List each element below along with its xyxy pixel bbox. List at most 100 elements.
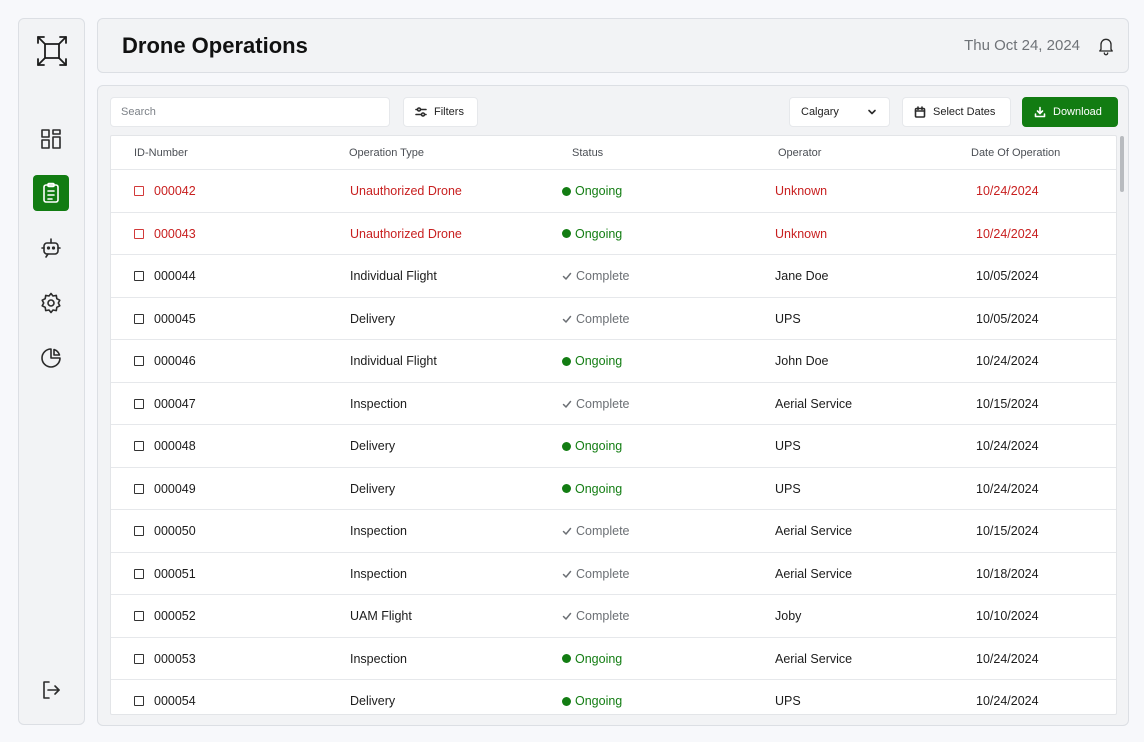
table-row[interactable]: 000047 Inspection Complete Aerial Service 10… bbox=[111, 383, 1116, 425]
cell-operator: Aerial Service bbox=[775, 651, 853, 666]
row-checkbox[interactable] bbox=[134, 186, 144, 196]
sidebar-item-reports[interactable] bbox=[33, 340, 69, 376]
cell-status: Ongoing bbox=[562, 184, 622, 198]
table-row[interactable]: 000043 Unauthorized Drone Ongoing Unknown 10… bbox=[111, 213, 1116, 255]
table-scrollbar[interactable] bbox=[1120, 136, 1124, 192]
cell-id: 000054 bbox=[154, 694, 196, 708]
row-checkbox[interactable] bbox=[134, 483, 144, 494]
column-header-id[interactable]: ID-Number bbox=[134, 147, 188, 159]
cell-date: 10/05/2024 bbox=[976, 311, 1039, 326]
chevron-down-icon bbox=[866, 106, 878, 118]
status-label: Complete bbox=[576, 524, 630, 538]
row-checkbox[interactable] bbox=[134, 696, 144, 706]
download-button[interactable]: Download bbox=[1022, 97, 1118, 127]
logout-button[interactable] bbox=[33, 672, 69, 708]
cell-id: 000048 bbox=[154, 439, 196, 453]
cell-date: 10/24/2024 bbox=[976, 694, 1039, 708]
cell-operation-type: Individual Flight bbox=[350, 354, 437, 368]
table-row[interactable]: 000052 UAM Flight Complete Joby 10/10/2024 bbox=[111, 595, 1116, 638]
check-icon bbox=[562, 612, 572, 620]
filters-button[interactable]: Filters bbox=[403, 97, 478, 127]
cell-operator: Jane Doe bbox=[775, 269, 829, 283]
cell-date: 10/24/2024 bbox=[976, 226, 1039, 241]
status-label: Ongoing bbox=[575, 354, 623, 368]
sidebar-item-settings[interactable] bbox=[33, 285, 69, 321]
city-label: Calgary bbox=[801, 106, 839, 118]
status-dot-icon bbox=[562, 441, 571, 451]
filters-label: Filters bbox=[434, 106, 464, 118]
row-checkbox[interactable] bbox=[134, 313, 144, 324]
clipboard-icon bbox=[39, 181, 63, 205]
cell-id: 000042 bbox=[154, 184, 196, 198]
cell-status: Ongoing bbox=[562, 482, 622, 496]
cell-status: Complete bbox=[562, 312, 630, 326]
table-row[interactable]: 000054 Delivery Ongoing UPS 10/24/2024 bbox=[111, 680, 1116, 714]
row-checkbox[interactable] bbox=[134, 611, 144, 621]
row-checkbox[interactable] bbox=[134, 653, 144, 664]
cell-date: 10/18/2024 bbox=[976, 566, 1039, 581]
cell-operator: Aerial Service bbox=[775, 524, 853, 538]
row-checkbox[interactable] bbox=[134, 356, 144, 366]
cell-operation-type: Inspection bbox=[350, 524, 407, 538]
column-header-operator[interactable]: Operator bbox=[778, 147, 821, 159]
status-label: Ongoing bbox=[575, 184, 623, 198]
gear-icon bbox=[39, 291, 63, 315]
cell-status: Complete bbox=[562, 609, 630, 623]
cell-status: Ongoing bbox=[562, 439, 622, 453]
check-icon bbox=[562, 527, 572, 535]
sidebar-item-bots[interactable] bbox=[33, 230, 69, 266]
status-dot-icon bbox=[562, 229, 571, 238]
table-row[interactable]: 000048 Delivery Ongoing UPS 10/24/2024 bbox=[111, 425, 1116, 468]
cell-status: Ongoing bbox=[562, 354, 622, 368]
table-row[interactable]: 000049 Delivery Ongoing UPS 10/24/2024 bbox=[111, 468, 1116, 510]
cell-date: 10/05/2024 bbox=[976, 269, 1039, 283]
header-date: Thu Oct 24, 2024 bbox=[964, 37, 1080, 54]
cell-id: 000047 bbox=[154, 396, 196, 411]
sidebar-item-operations[interactable] bbox=[33, 175, 69, 211]
table-row[interactable]: 000046 Individual Flight Ongoing John Doe 10… bbox=[111, 340, 1116, 383]
row-checkbox[interactable] bbox=[134, 526, 144, 536]
cell-operator: UPS bbox=[775, 694, 801, 708]
cell-id: 000051 bbox=[154, 566, 196, 581]
cell-operation-type: Unauthorized Drone bbox=[350, 184, 462, 198]
drone-frame-icon[interactable] bbox=[33, 32, 71, 70]
logout-icon bbox=[39, 678, 63, 702]
status-label: Ongoing bbox=[575, 226, 623, 241]
cell-date: 10/24/2024 bbox=[976, 651, 1039, 666]
status-label: Complete bbox=[576, 566, 630, 581]
row-checkbox[interactable] bbox=[134, 398, 144, 409]
table-row[interactable]: 000042 Unauthorized Drone Ongoing Unknown 10… bbox=[111, 170, 1116, 213]
row-checkbox[interactable] bbox=[134, 228, 144, 239]
row-checkbox[interactable] bbox=[134, 441, 144, 451]
status-dot-icon bbox=[562, 186, 571, 196]
cell-operation-type: Individual Flight bbox=[350, 269, 437, 283]
cell-operator: Unknown bbox=[775, 226, 828, 241]
select-dates-button[interactable]: Select Dates bbox=[902, 97, 1011, 127]
sidebar-item-dashboard[interactable] bbox=[33, 121, 69, 157]
table-row[interactable]: 000051 Inspection Complete Aerial Service 10… bbox=[111, 553, 1116, 595]
table-header: ID-Number Operation Type Status Operator… bbox=[111, 136, 1116, 170]
table-row[interactable]: 000050 Inspection Complete Aerial Service 10… bbox=[111, 510, 1116, 553]
column-header-status[interactable]: Status bbox=[572, 147, 603, 159]
column-header-operation-type[interactable]: Operation Type bbox=[349, 147, 424, 159]
status-dot-icon bbox=[562, 484, 571, 493]
cell-id: 000053 bbox=[154, 651, 196, 666]
column-header-date[interactable]: Date Of Operation bbox=[971, 147, 1060, 159]
table-row[interactable]: 000053 Inspection Ongoing Aerial Service 10/… bbox=[111, 638, 1116, 680]
cell-date: 10/15/2024 bbox=[976, 524, 1039, 538]
cell-operation-type: Delivery bbox=[350, 311, 396, 326]
row-checkbox[interactable] bbox=[134, 271, 144, 281]
cell-id: 000043 bbox=[154, 226, 196, 241]
operations-table: ID-Number Operation Type Status Operator… bbox=[110, 135, 1117, 715]
bell-icon[interactable] bbox=[1095, 35, 1117, 57]
table-row[interactable]: 000045 Delivery Complete UPS 10/05/2024 bbox=[111, 298, 1116, 340]
sliders-icon bbox=[415, 106, 427, 118]
status-dot-icon bbox=[562, 654, 571, 663]
table-row[interactable]: 000044 Individual Flight Complete Jane Doe 1… bbox=[111, 255, 1116, 298]
check-icon bbox=[562, 272, 572, 280]
city-select[interactable]: Calgary bbox=[789, 97, 890, 127]
cell-operation-type: Inspection bbox=[350, 566, 407, 581]
row-checkbox[interactable] bbox=[134, 568, 144, 579]
cell-status: Ongoing bbox=[562, 227, 622, 241]
search-input[interactable] bbox=[110, 97, 390, 127]
